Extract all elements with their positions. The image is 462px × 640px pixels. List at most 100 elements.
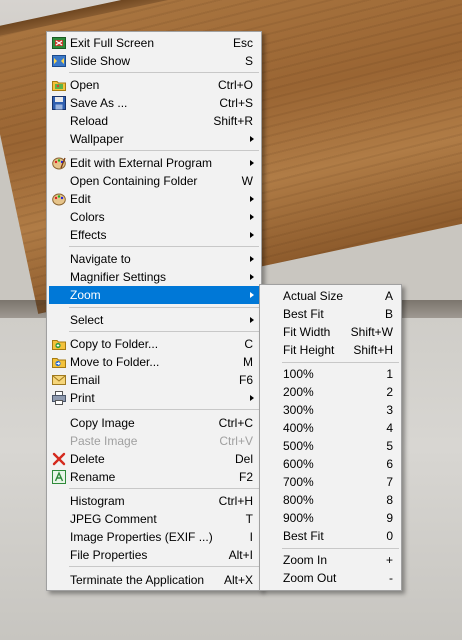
menu-item-magnifier-settings[interactable]: Magnifier Settings: [49, 268, 259, 286]
save-disk-icon: [52, 96, 66, 110]
menu-item-shortcut: +: [385, 553, 393, 567]
menu-item-shortcut: Ctrl+O: [217, 78, 253, 92]
menu-item-label: Paste Image: [70, 434, 138, 448]
menu-item-save-as[interactable]: Save As ... Ctrl+S: [49, 94, 259, 112]
menu-item-print[interactable]: Print: [49, 389, 259, 407]
zoom-item-500[interactable]: 500% 5: [262, 437, 399, 455]
menu-item-shortcut: F6: [238, 373, 253, 387]
menu-item-wallpaper[interactable]: Wallpaper: [49, 130, 259, 148]
menu-item-shortcut: Ctrl+H: [218, 494, 253, 508]
menu-item-exit-full-screen[interactable]: Exit Full Screen Esc: [49, 34, 259, 52]
menu-item-label: 100%: [283, 367, 314, 381]
menu-item-edit[interactable]: Edit: [49, 190, 259, 208]
menu-item-move-to-folder[interactable]: Move to Folder... M: [49, 353, 259, 371]
menu-item-shortcut: 3: [386, 403, 393, 417]
zoom-item-fit-height[interactable]: Fit Height Shift+H: [262, 341, 399, 359]
menu-item-label: Rename: [70, 470, 116, 484]
menu-item-copy-to-folder[interactable]: Copy to Folder... C: [49, 335, 259, 353]
menu-item-histogram[interactable]: Histogram Ctrl+H: [49, 492, 259, 510]
menu-item-label: Magnifier Settings: [70, 270, 167, 284]
menu-item-copy-image[interactable]: Copy Image Ctrl+C: [49, 414, 259, 432]
menu-item-open[interactable]: Open Ctrl+O: [49, 76, 259, 94]
zoom-item-700[interactable]: 700% 7: [262, 473, 399, 491]
menu-item-label: Copy to Folder...: [70, 337, 159, 351]
zoom-item-100[interactable]: 100% 1: [262, 365, 399, 383]
menu-item-label: File Properties: [70, 548, 148, 562]
menu-item-label: Copy Image: [70, 416, 135, 430]
menu-item-label: Move to Folder...: [70, 355, 160, 369]
menu-item-label: Zoom: [70, 288, 101, 302]
menu-item-label: 300%: [283, 403, 314, 417]
menu-separator: [282, 548, 399, 549]
menu-item-label: Exit Full Screen: [70, 36, 155, 50]
menu-item-label: Terminate the Application: [70, 573, 205, 587]
open-folder-icon: [52, 78, 66, 92]
menu-item-reload[interactable]: Reload Shift+R: [49, 112, 259, 130]
menu-separator: [69, 409, 259, 410]
zoom-item-zoom-out[interactable]: Zoom Out -: [262, 569, 399, 587]
menu-item-shortcut: Alt+X: [223, 573, 253, 587]
move-to-folder-icon: [52, 355, 66, 369]
menu-item-paste-image[interactable]: Paste Image Ctrl+V: [49, 432, 259, 450]
menu-item-shortcut: 0: [386, 529, 393, 543]
menu-item-shortcut: Esc: [232, 36, 253, 50]
menu-item-jpeg-comment[interactable]: JPEG Comment T: [49, 510, 259, 528]
menu-item-rename[interactable]: Rename F2: [49, 468, 259, 486]
menu-item-navigate-to[interactable]: Navigate to: [49, 250, 259, 268]
menu-item-colors[interactable]: Colors: [49, 208, 259, 226]
zoom-submenu: Actual Size A Best Fit B Fit Width Shift…: [259, 284, 402, 591]
menu-item-shortcut: 2: [386, 385, 393, 399]
menu-item-file-properties[interactable]: File Properties Alt+I: [49, 546, 259, 564]
menu-item-shortcut: I: [249, 530, 253, 544]
menu-item-label: Edit with External Program: [70, 156, 213, 170]
zoom-item-fit-width[interactable]: Fit Width Shift+W: [262, 323, 399, 341]
menu-item-slide-show[interactable]: Slide Show S: [49, 52, 259, 70]
slide-show-icon: [52, 54, 66, 68]
menu-separator: [69, 246, 259, 247]
menu-item-shortcut: Shift+R: [213, 114, 253, 128]
menu-separator: [69, 72, 259, 73]
menu-item-label: Open Containing Folder: [70, 174, 198, 188]
menu-item-shortcut: 6: [386, 457, 393, 471]
menu-item-label: Wallpaper: [70, 132, 124, 146]
menu-item-label: 500%: [283, 439, 314, 453]
menu-item-image-properties[interactable]: Image Properties (EXIF ...) I: [49, 528, 259, 546]
menu-item-label: Edit: [70, 192, 91, 206]
zoom-item-best-fit[interactable]: Best Fit B: [262, 305, 399, 323]
menu-item-label: Delete: [70, 452, 105, 466]
palette-icon: [52, 156, 66, 170]
zoom-item-600[interactable]: 600% 6: [262, 455, 399, 473]
zoom-item-300[interactable]: 300% 3: [262, 401, 399, 419]
menu-item-open-containing-folder[interactable]: Open Containing Folder W: [49, 172, 259, 190]
menu-item-select[interactable]: Select: [49, 311, 259, 329]
zoom-item-zoom-in[interactable]: Zoom In +: [262, 551, 399, 569]
submenu-arrow-icon: [250, 160, 254, 166]
menu-item-shortcut: Shift+W: [350, 325, 393, 339]
menu-item-shortcut: Ctrl+V: [219, 434, 253, 448]
menu-item-email[interactable]: Email F6: [49, 371, 259, 389]
menu-item-terminate[interactable]: Terminate the Application Alt+X: [49, 571, 259, 589]
zoom-item-actual-size[interactable]: Actual Size A: [262, 287, 399, 305]
zoom-item-800[interactable]: 800% 8: [262, 491, 399, 509]
menu-item-label: 700%: [283, 475, 314, 489]
menu-item-edit-external[interactable]: Edit with External Program: [49, 154, 259, 172]
edit-palette-icon: [52, 192, 66, 206]
menu-separator: [69, 307, 259, 308]
menu-item-shortcut: Ctrl+C: [218, 416, 253, 430]
zoom-item-200[interactable]: 200% 2: [262, 383, 399, 401]
exit-full-screen-icon: [52, 36, 66, 50]
printer-icon: [52, 391, 66, 405]
submenu-arrow-icon: [250, 317, 254, 323]
menu-item-label: 200%: [283, 385, 314, 399]
menu-item-delete[interactable]: Delete Del: [49, 450, 259, 468]
zoom-item-best-fit-0[interactable]: Best Fit 0: [262, 527, 399, 545]
menu-item-zoom[interactable]: Zoom: [49, 286, 259, 304]
menu-item-shortcut: -: [389, 571, 393, 585]
menu-item-shortcut: B: [384, 307, 393, 321]
menu-item-shortcut: Del: [234, 452, 253, 466]
menu-item-effects[interactable]: Effects: [49, 226, 259, 244]
zoom-item-400[interactable]: 400% 4: [262, 419, 399, 437]
submenu-arrow-icon: [250, 214, 254, 220]
menu-separator: [69, 331, 259, 332]
zoom-item-900[interactable]: 900% 9: [262, 509, 399, 527]
